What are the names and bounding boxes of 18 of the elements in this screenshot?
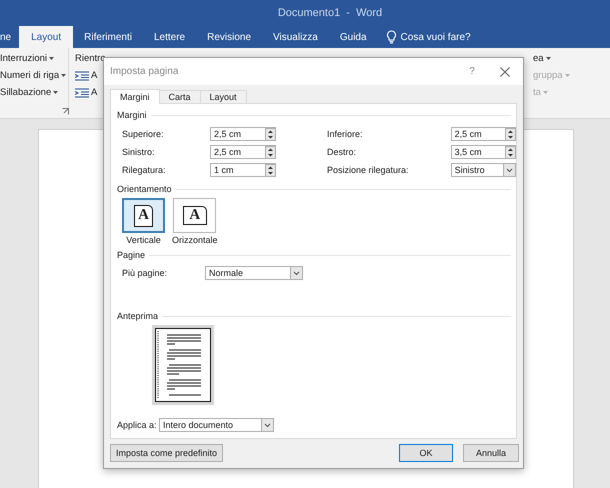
field-label: Posizione rilegatura:	[326, 165, 410, 175]
section-heading: Orientamento	[117, 184, 172, 194]
orientation-label: Orizzontale	[172, 235, 218, 245]
field-label: Superiore:	[121, 129, 165, 139]
field-label: Applica a:	[117, 420, 158, 430]
page-letter-icon: A	[134, 204, 153, 226]
field-label: Sinistro:	[121, 147, 156, 157]
section-heading: Margini	[117, 110, 147, 120]
page-letter-icon: A	[182, 206, 207, 225]
field-label: Più pagine:	[122, 268, 168, 278]
dialog-title: Imposta pagina	[110, 66, 180, 77]
field-label: Inferiore:	[326, 129, 364, 139]
orientation-label: Verticale	[126, 235, 161, 245]
window-title: Documento1 - Word	[278, 7, 382, 19]
section-heading: Pagine	[117, 250, 146, 260]
field-label: Destro:	[326, 147, 358, 157]
section-heading: Anteprima	[117, 311, 158, 321]
field-label: Rilegatura:	[121, 165, 167, 175]
